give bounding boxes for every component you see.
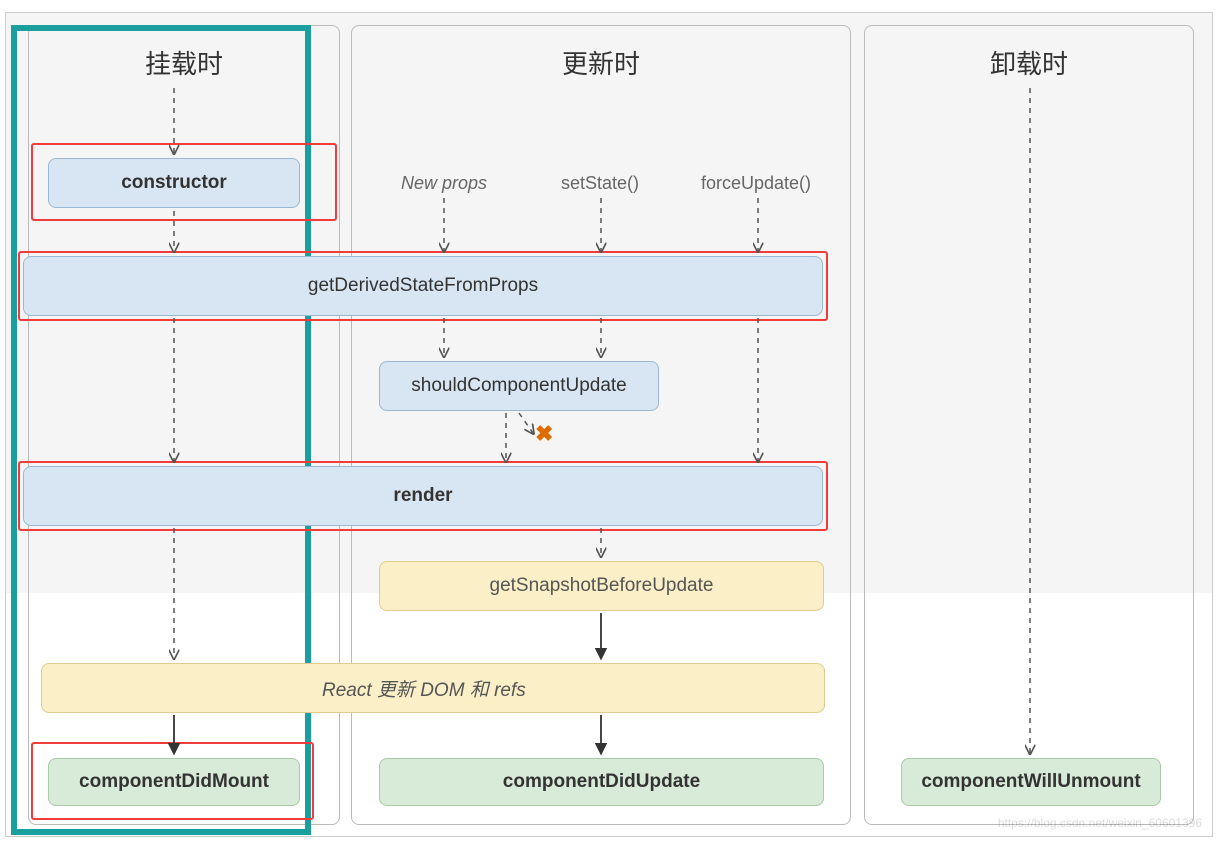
- box-getsnapshotbeforeupdate: getSnapshotBeforeUpdate: [379, 561, 824, 611]
- box-componentdidmount: componentDidMount: [48, 758, 300, 806]
- box-constructor: constructor: [48, 158, 300, 208]
- diagram-container: 挂载时 更新时 卸载时 constructor getDerivedStateF…: [5, 12, 1213, 837]
- box-react-update: React 更新 DOM 和 refs: [41, 663, 825, 713]
- label-new-props: New props: [401, 173, 487, 194]
- column-mount-title: 挂载时: [29, 44, 339, 81]
- watermark: https://blog.csdn.net/weixin_60601396: [998, 816, 1202, 830]
- box-render: render: [23, 466, 823, 526]
- box-shouldcomponentupdate: shouldComponentUpdate: [379, 361, 659, 411]
- column-unmount: 卸载时: [864, 25, 1194, 825]
- x-icon: ✖: [535, 421, 553, 447]
- label-forceupdate: forceUpdate(): [701, 173, 811, 194]
- box-componentdidupdate: componentDidUpdate: [379, 758, 824, 806]
- box-getderivedstatefromprops: getDerivedStateFromProps: [23, 256, 823, 316]
- label-setstate: setState(): [561, 173, 639, 194]
- column-unmount-title: 卸载时: [865, 44, 1193, 81]
- column-update-title: 更新时: [352, 44, 850, 81]
- box-componentwillunmount: componentWillUnmount: [901, 758, 1161, 806]
